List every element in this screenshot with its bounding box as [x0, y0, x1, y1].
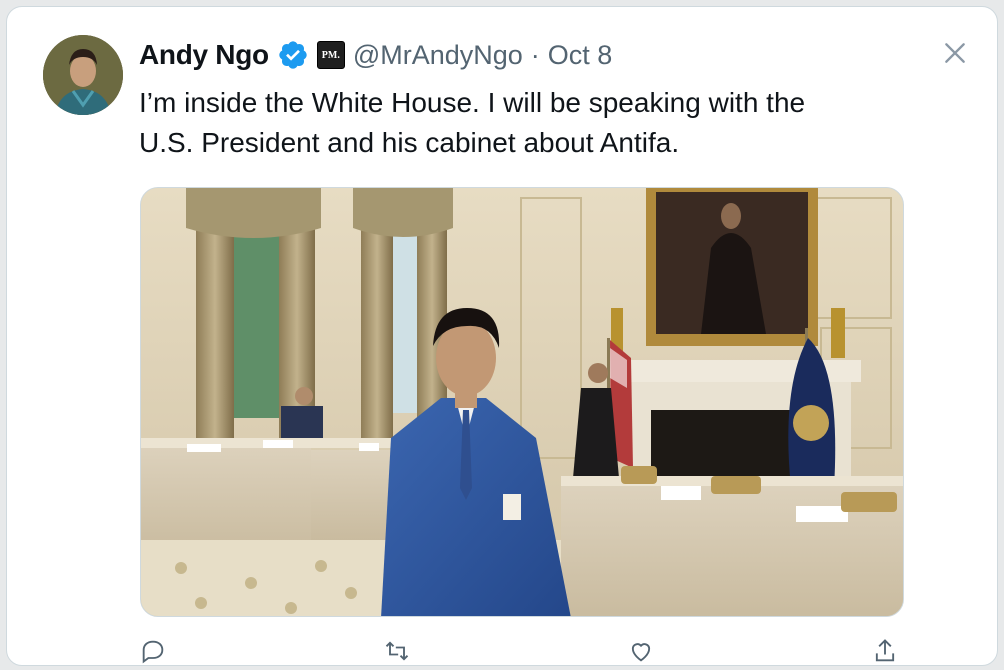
like-button[interactable]: [627, 637, 655, 662]
affiliate-badge[interactable]: PM.: [316, 41, 345, 69]
tweet-text-line: U.S. President and his cabinet about Ant…: [139, 127, 680, 158]
tweet-photo[interactable]: [140, 187, 904, 617]
share-button[interactable]: [871, 637, 899, 662]
tweet-photo-image: [141, 188, 903, 616]
tweet-text: I’m inside the White House. I will be sp…: [139, 83, 899, 163]
tweet-text-line: I’m inside the White House. I will be sp…: [139, 87, 806, 118]
repost-icon: [385, 641, 409, 661]
close-icon: [945, 43, 965, 63]
close-button[interactable]: [937, 35, 973, 71]
tweet-date[interactable]: Oct 8: [548, 40, 613, 71]
tweet-header: Andy Ngo PM. @MrAndyNgo · Oct 8: [139, 35, 612, 75]
repost-button[interactable]: [383, 637, 411, 661]
tweet-card: Andy Ngo PM. @MrAndyNgo · Oct 8 I’m insi…: [6, 6, 998, 666]
share-icon: [875, 639, 895, 662]
verified-badge-icon: [279, 41, 307, 69]
tweet-actions: [139, 637, 899, 664]
affiliate-badge-label: PM.: [321, 49, 340, 61]
like-icon: [631, 643, 651, 662]
avatar[interactable]: [43, 35, 123, 115]
reply-button[interactable]: [139, 637, 167, 664]
reply-icon: [142, 640, 164, 664]
author-handle[interactable]: @MrAndyNgo: [353, 40, 523, 71]
author-name[interactable]: Andy Ngo: [139, 39, 269, 71]
avatar-image: [43, 35, 123, 115]
header-separator: ·: [530, 39, 540, 70]
